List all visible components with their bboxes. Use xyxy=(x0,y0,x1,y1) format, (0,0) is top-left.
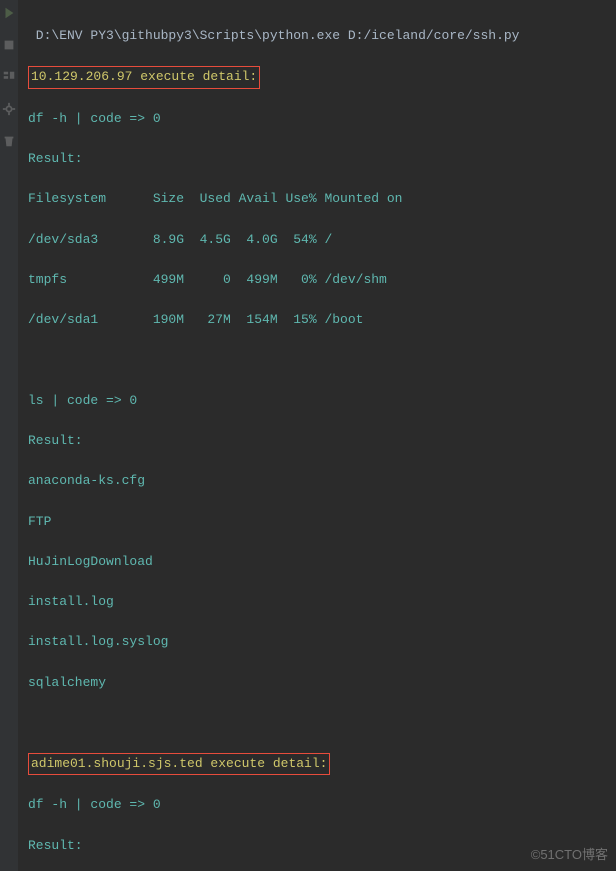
stop-icon xyxy=(2,38,16,52)
ls-row: install.log xyxy=(28,592,606,612)
ls-row: FTP xyxy=(28,512,606,532)
ls-row: HuJinLogDownload xyxy=(28,552,606,572)
df-header: Filesystem Size Used Avail Use% Mounted … xyxy=(28,189,606,209)
result-label: Result: xyxy=(28,431,606,451)
terminal-output[interactable]: D:\ENV PY3\githubpy3\Scripts\python.exe … xyxy=(18,0,616,871)
command-line: D:\ENV PY3\githubpy3\Scripts\python.exe … xyxy=(28,26,606,46)
df-row: /dev/sda1 190M 27M 154M 15% /boot xyxy=(28,310,606,330)
trash-icon xyxy=(2,134,16,148)
df-row: /dev/sda3 8.9G 4.5G 4.0G 54% / xyxy=(28,230,606,250)
host1-df-cmd: df -h | code => 0 xyxy=(28,109,606,129)
result-label: Result: xyxy=(28,149,606,169)
df-row: tmpfs 499M 0 499M 0% /dev/shm xyxy=(28,270,606,290)
host1-ls-cmd: ls | code => 0 xyxy=(28,391,606,411)
editor-gutter xyxy=(0,0,18,871)
structure-icon xyxy=(2,70,16,84)
host1-header: 10.129.206.97 execute detail: xyxy=(28,66,260,88)
ls-row: sqlalchemy xyxy=(28,673,606,693)
ls-row: install.log.syslog xyxy=(28,632,606,652)
settings-icon xyxy=(2,102,16,116)
host2-header: adime01.shouji.sjs.ted execute detail: xyxy=(28,753,330,775)
result-label: Result: xyxy=(28,836,606,856)
ls-row: anaconda-ks.cfg xyxy=(28,471,606,491)
host2-df-cmd: df -h | code => 0 xyxy=(28,795,606,815)
run-icon xyxy=(2,6,16,20)
